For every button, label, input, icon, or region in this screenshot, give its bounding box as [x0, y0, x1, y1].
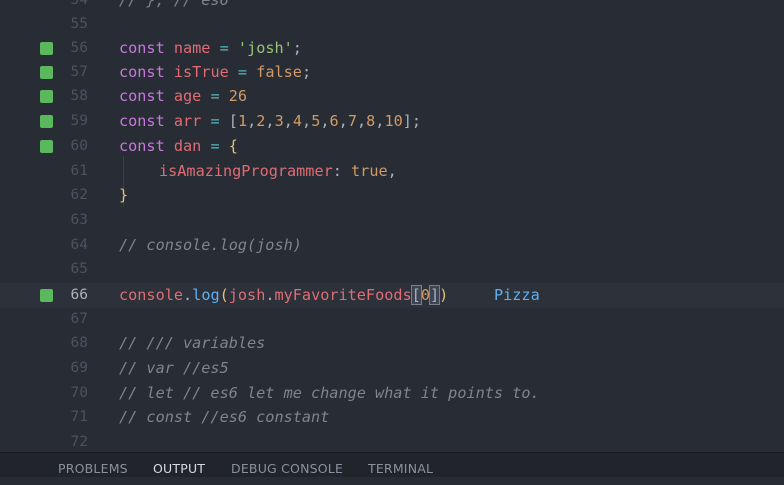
coverage-marker-icon — [40, 115, 53, 128]
line-number: 62 — [70, 187, 88, 203]
code-line[interactable]: 70 // let // es6 let me change what it p… — [0, 381, 784, 406]
code-line[interactable]: 64 // console.log(josh) — [0, 233, 784, 258]
coverage-marker-icon — [40, 66, 53, 79]
line-number: 66 — [70, 287, 88, 303]
tab-debug-console[interactable]: DEBUG CONSOLE — [231, 453, 343, 477]
line-number: 57 — [70, 64, 88, 80]
code-line[interactable]: 72 — [0, 430, 784, 452]
line-number: 67 — [70, 311, 88, 327]
line-number: 61 — [70, 163, 88, 179]
code-text: const arr = [1,2,3,4,5,6,7,8,10]; — [119, 112, 422, 130]
code-editor[interactable]: 54 // }; // es6 55 56 const name = 'josh… — [0, 0, 784, 452]
code-line[interactable]: 54 // }; // es6 — [0, 0, 784, 13]
code-text: const name = 'josh'; — [119, 39, 302, 57]
code-text: // const //es6 constant — [119, 408, 330, 426]
code-line[interactable]: 61 isAmazingProgrammer: true, — [0, 159, 784, 184]
coverage-marker-icon — [40, 42, 53, 55]
code-line[interactable]: 57 const isTrue = false; — [0, 60, 784, 85]
line-number: 55 — [70, 16, 88, 32]
code-line[interactable]: 59 const arr = [1,2,3,4,5,6,7,8,10]; — [0, 109, 784, 134]
line-number: 58 — [70, 88, 88, 104]
inline-result: Pizza — [494, 286, 540, 304]
code-text: } — [119, 186, 129, 204]
code-text: // /// variables — [119, 334, 266, 352]
code-text: isAmazingProgrammer: true, — [159, 162, 397, 180]
code-line[interactable]: 68 // /// variables — [0, 331, 784, 356]
line-number: 71 — [70, 409, 88, 425]
tab-terminal[interactable]: TERMINAL — [368, 453, 433, 477]
code-line[interactable]: 71 // const //es6 constant — [0, 405, 784, 430]
line-number: 68 — [70, 335, 88, 351]
line-number: 56 — [70, 40, 88, 56]
code-line[interactable]: 67 — [0, 307, 784, 332]
code-text: // var //es5 — [119, 359, 229, 377]
code-line[interactable]: 69 // var //es5 — [0, 356, 784, 381]
coverage-marker-icon — [40, 140, 53, 153]
line-number: 70 — [70, 385, 88, 401]
code-line[interactable]: 60 const dan = { — [0, 134, 784, 159]
code-text: console.log(josh.myFavoriteFoods[0]) — [119, 285, 449, 305]
code-line[interactable]: 62 } — [0, 183, 784, 208]
coverage-marker-icon — [40, 90, 53, 103]
code-text: // }; // es6 — [119, 0, 229, 9]
code-line[interactable]: 58 const age = 26 — [0, 84, 784, 109]
line-number: 64 — [70, 237, 88, 253]
bottom-panel-tabs: PROBLEMS OUTPUT DEBUG CONSOLE TERMINAL — [0, 452, 784, 477]
code-line[interactable]: 63 — [0, 208, 784, 233]
tab-problems[interactable]: PROBLEMS — [58, 453, 128, 477]
code-line[interactable]: 65 — [0, 257, 784, 282]
line-number: 72 — [70, 434, 88, 450]
code-text: // console.log(josh) — [119, 236, 302, 254]
coverage-marker-icon — [40, 289, 53, 302]
code-text: const dan = { — [119, 137, 238, 155]
line-number: 54 — [70, 0, 88, 8]
code-line[interactable]: 56 const name = 'josh'; — [0, 36, 784, 61]
code-text: const isTrue = false; — [119, 63, 312, 81]
code-line-active[interactable]: 66 console.log(josh.myFavoriteFoods[0]) … — [0, 283, 784, 308]
line-number: 63 — [70, 212, 88, 228]
code-text: const age = 26 — [119, 87, 248, 105]
line-number: 59 — [70, 113, 88, 129]
line-number: 60 — [70, 138, 88, 154]
code-text: // let // es6 let me change what it poin… — [119, 384, 540, 402]
code-line[interactable]: 55 — [0, 12, 784, 37]
tab-output[interactable]: OUTPUT — [153, 453, 205, 477]
line-number: 65 — [70, 261, 88, 277]
line-number: 69 — [70, 360, 88, 376]
